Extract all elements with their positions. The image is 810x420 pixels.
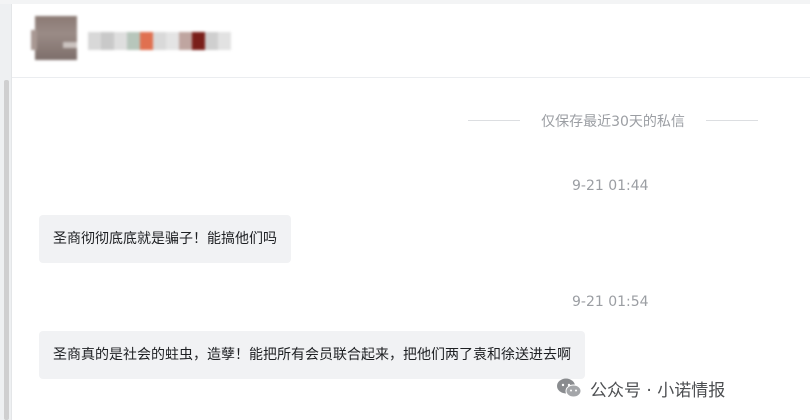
- divider-left: [468, 120, 520, 121]
- name-pixel: [140, 32, 153, 50]
- name-pixel: [127, 32, 140, 50]
- chat-header: [12, 4, 810, 78]
- divider-right: [706, 120, 758, 121]
- message-text: 圣商彻彻底底就是骗子！能搞他们吗: [53, 231, 277, 247]
- name-pixel: [101, 32, 114, 50]
- name-pixel: [179, 32, 192, 50]
- name-pixel: [218, 32, 231, 50]
- name-pixel: [205, 32, 218, 50]
- name-pixel: [114, 32, 127, 50]
- name-pixel: [88, 32, 101, 50]
- contact-avatar[interactable]: [31, 16, 77, 60]
- message-bubble[interactable]: 圣商真的是社会的蛀虫，造孽！能把所有会员联合起来，把他们两了袁和徐送进去啊: [39, 331, 585, 379]
- wechat-icon: [557, 378, 582, 398]
- retention-notice: 仅保存最近30天的私信: [468, 108, 758, 132]
- message-timestamp: 9-21 01:54: [572, 294, 649, 310]
- chat-panel: 仅保存最近30天的私信 9-21 01:44 圣商彻彻底底就是骗子！能搞他们吗 …: [11, 4, 810, 420]
- message-timestamp: 9-21 01:44: [572, 178, 649, 194]
- name-pixel: [153, 32, 166, 50]
- scrollbar[interactable]: [4, 80, 9, 420]
- watermark-text: 公众号 · 小诺情报: [590, 380, 726, 401]
- retention-notice-text: 仅保存最近30天的私信: [541, 114, 685, 130]
- name-pixel: [166, 32, 179, 50]
- contact-name-pixelated: [88, 32, 231, 50]
- name-pixel: [192, 32, 205, 50]
- message-text: 圣商真的是社会的蛀虫，造孽！能把所有会员联合起来，把他们两了袁和徐送进去啊: [53, 347, 571, 363]
- message-bubble[interactable]: 圣商彻彻底底就是骗子！能搞他们吗: [39, 215, 291, 263]
- watermark: 公众号 · 小诺情报: [556, 372, 725, 404]
